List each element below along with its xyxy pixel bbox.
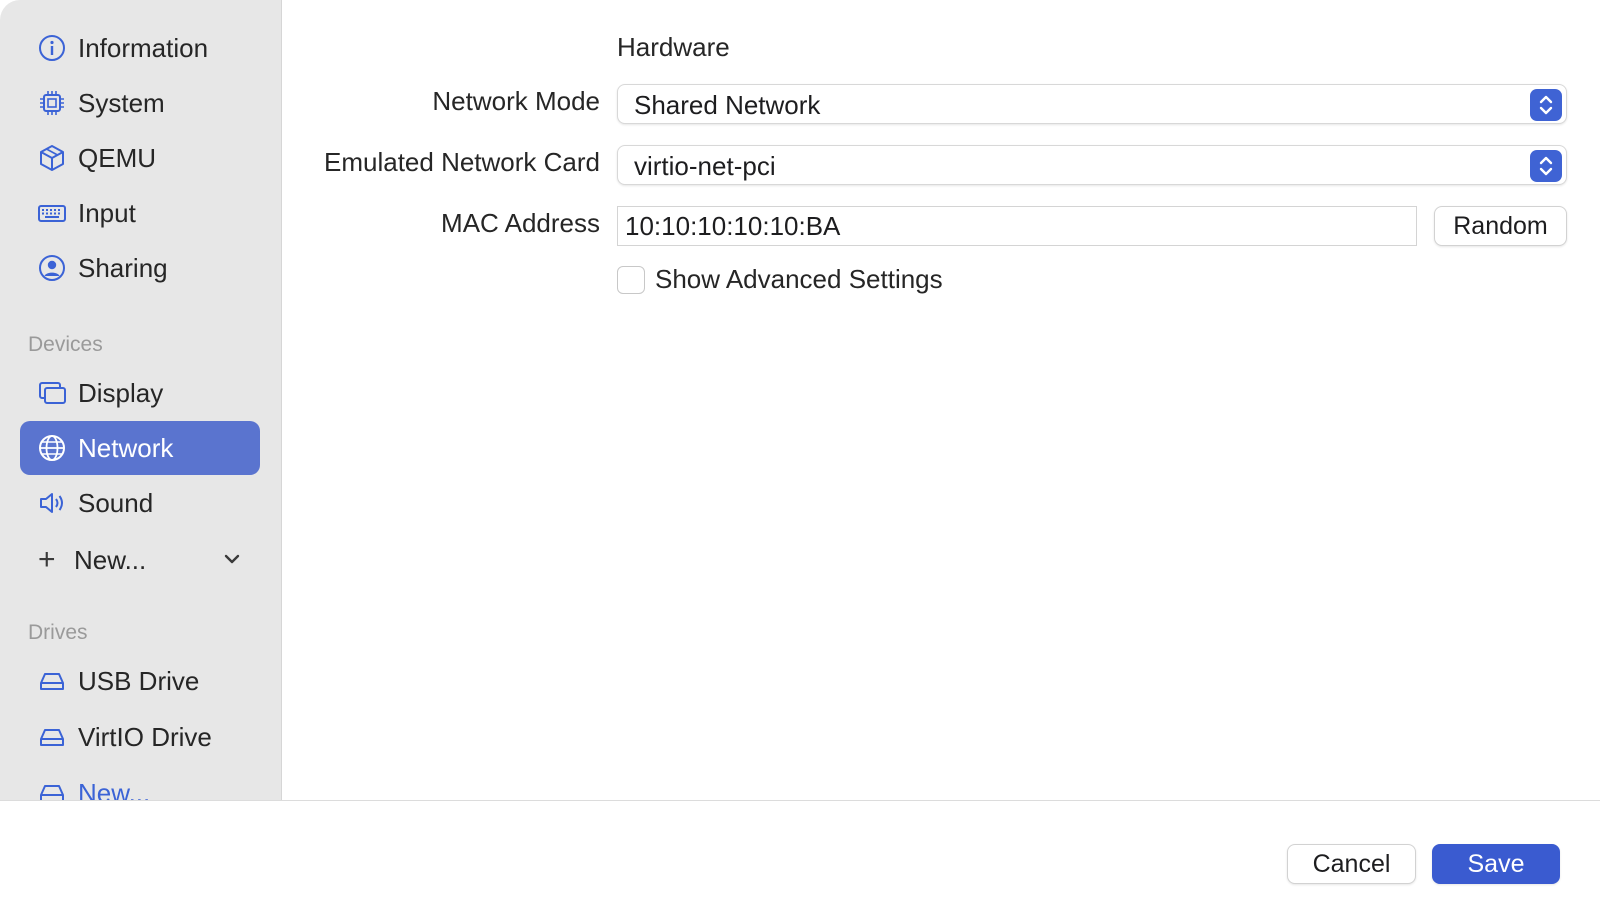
info-icon bbox=[36, 32, 68, 64]
globe-icon bbox=[36, 432, 68, 464]
footer: Cancel Save bbox=[0, 800, 1600, 922]
sidebar-item-label: QEMU bbox=[78, 142, 156, 173]
person-circle-icon bbox=[36, 252, 68, 284]
sidebar-item-label: System bbox=[78, 87, 165, 118]
drives-section-header: Drives bbox=[28, 621, 88, 644]
drive-icon bbox=[36, 721, 68, 753]
sidebar-item-label: Network bbox=[78, 432, 174, 463]
devices-section-header: Devices bbox=[28, 333, 103, 356]
sidebar-item-label: Sound bbox=[78, 487, 154, 518]
sidebar-item-usb-drive[interactable]: USB Drive bbox=[20, 654, 260, 708]
save-button[interactable]: Save bbox=[1432, 844, 1560, 884]
cpu-icon bbox=[36, 87, 68, 119]
show-advanced-settings-row[interactable]: Show Advanced Settings bbox=[617, 264, 943, 295]
mac-address-field[interactable] bbox=[617, 206, 1417, 246]
sidebar-item-display[interactable]: Display bbox=[20, 366, 260, 420]
sidebar-item-network[interactable]: Network bbox=[20, 421, 260, 475]
show-advanced-settings-checkbox[interactable] bbox=[617, 265, 645, 294]
drive-icon bbox=[36, 665, 68, 697]
network-mode-value: Shared Network bbox=[634, 90, 821, 120]
sidebar-item-label: New... bbox=[78, 777, 151, 801]
sidebar-item-label: USB Drive bbox=[78, 665, 200, 696]
network-mode-popup[interactable]: Shared Network bbox=[617, 84, 1567, 124]
popup-stepper-icon[interactable] bbox=[1530, 89, 1562, 121]
sidebar-item-label: VirtIO Drive bbox=[78, 721, 212, 752]
sidebar-item-virtio-drive[interactable]: VirtIO Drive bbox=[20, 710, 260, 764]
sidebar-item-label: Information bbox=[78, 32, 209, 63]
sidebar-item-system[interactable]: System bbox=[20, 76, 260, 130]
display-icon bbox=[36, 377, 68, 409]
sidebar-item-label: Display bbox=[78, 377, 164, 408]
network-mode-label: Network Mode bbox=[432, 86, 600, 116]
cancel-button[interactable]: Cancel bbox=[1287, 844, 1416, 884]
random-button[interactable]: Random bbox=[1434, 206, 1567, 246]
emulated-network-card-popup[interactable]: virtio-net-pci bbox=[617, 145, 1567, 185]
sidebar-item-label: Sharing bbox=[78, 252, 168, 283]
cube-icon bbox=[36, 142, 68, 174]
sidebar-item-label: Input bbox=[78, 197, 136, 228]
sidebar-item-sound[interactable]: Sound bbox=[20, 476, 260, 530]
sidebar-item-information[interactable]: Information bbox=[20, 21, 260, 75]
drive-add-icon bbox=[36, 777, 68, 800]
plus-icon: + bbox=[38, 543, 56, 576]
keyboard-icon bbox=[36, 197, 68, 229]
section-heading: Hardware bbox=[617, 32, 730, 62]
sidebar-item-new-drive[interactable]: New... bbox=[20, 766, 260, 800]
new-device-button[interactable]: + New... bbox=[20, 533, 260, 587]
speaker-icon bbox=[36, 487, 68, 519]
emulated-network-card-label: Emulated Network Card bbox=[324, 147, 600, 177]
new-device-label: New... bbox=[74, 544, 147, 575]
chevron-down-icon[interactable] bbox=[222, 549, 242, 574]
sidebar-item-qemu[interactable]: QEMU bbox=[20, 131, 260, 185]
sidebar: Information System QEMU Input Sharing De… bbox=[0, 0, 282, 800]
sidebar-item-sharing[interactable]: Sharing bbox=[20, 241, 260, 295]
emulated-network-card-value: virtio-net-pci bbox=[634, 151, 776, 181]
popup-stepper-icon[interactable] bbox=[1530, 150, 1562, 182]
settings-window: Information System QEMU Input Sharing De… bbox=[0, 0, 1600, 922]
mac-address-input[interactable] bbox=[618, 207, 1416, 245]
sidebar-item-input[interactable]: Input bbox=[20, 186, 260, 240]
show-advanced-settings-label: Show Advanced Settings bbox=[655, 264, 943, 294]
mac-address-label: MAC Address bbox=[441, 208, 600, 238]
